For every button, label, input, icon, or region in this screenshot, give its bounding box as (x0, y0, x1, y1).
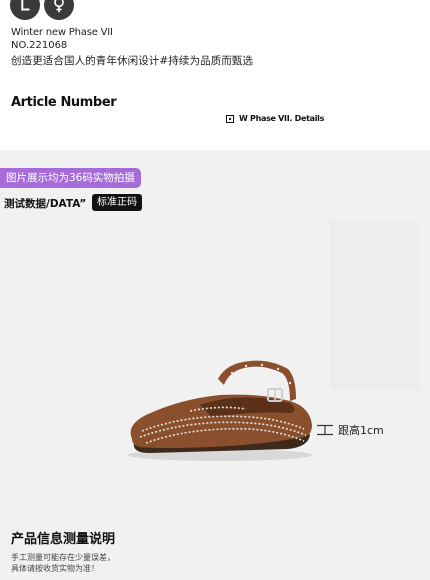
heel-height-icon (317, 424, 333, 436)
measurement-info-title: 产品信息测量说明 (11, 532, 116, 547)
male-symbol-icon (10, 0, 40, 20)
brand-slogan: 创造更适合国人的青年休闲设计#持续为品质而甄选 (11, 55, 254, 67)
measurement-info-line-1: 手工测量可能存在少量误差， (11, 553, 115, 562)
header-section: Winter new Phase VII NO.221068 创造更适合国人的青… (0, 0, 430, 150)
phase-title: Winter new Phase VII (11, 27, 113, 38)
details-label-group: W Phase VII. Details (226, 114, 324, 123)
square-bullet-icon (226, 114, 234, 123)
article-number-heading: Article Number (11, 95, 117, 110)
details-label: W Phase VII. Details (239, 114, 325, 123)
female-symbol-icon (44, 0, 74, 20)
measurement-info-line-2: 具体请按收货实物为准！ (11, 564, 99, 573)
test-data-label: 测试数据/DATA” (4, 198, 87, 210)
photo-size-note: 图片展示均为36码实物拍摄 (0, 168, 141, 188)
product-shoe-image (128, 360, 312, 461)
product-detail-page: Winter new Phase VII NO.221068 创造更适合国人的青… (0, 0, 430, 580)
product-photo-section: 图片展示均为36码实物拍摄 测试数据/DATA” 标准正码 跟高1cm 产品信息… (0, 150, 430, 580)
background-card (330, 220, 420, 390)
heel-height-label: 跟高1cm (338, 424, 384, 437)
standard-size-badge: 标准正码 (92, 194, 142, 211)
product-number: NO.221068 (11, 40, 68, 51)
